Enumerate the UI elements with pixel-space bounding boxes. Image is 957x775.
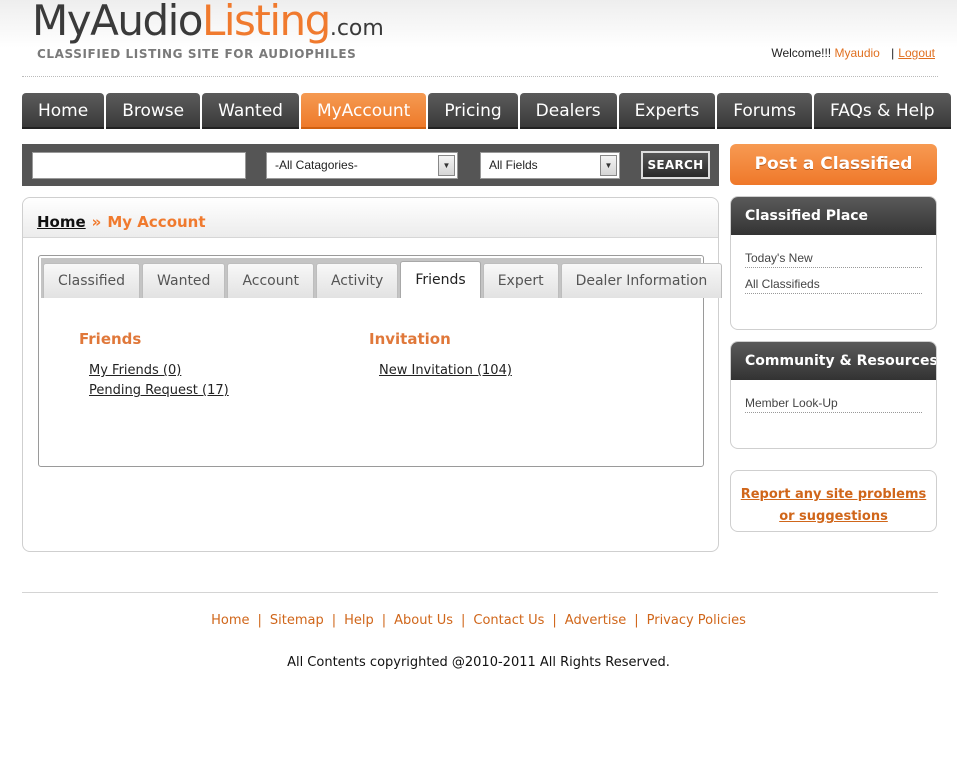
logout-link[interactable]: Logout [898,46,935,60]
tab-dealer-information[interactable]: Dealer Information [560,263,723,298]
new-invitation-link[interactable]: New Invitation (104) [379,361,512,381]
account-tab-strip: Classified Wanted Account Activity Frien… [41,258,723,298]
field-select-value: All Fields [489,158,538,172]
community-resources-list: Member Look-Up [731,380,936,413]
tab-classified[interactable]: Classified [43,263,141,298]
breadcrumb: Home » My Account [23,198,718,238]
report-problems-link[interactable]: Report any site problems or suggestions [741,487,927,524]
username-link[interactable]: Myaudio [834,46,879,60]
nav-tab-experts[interactable]: Experts [618,93,716,129]
welcome-text: Welcome!!! [771,46,832,60]
sidebar-item-member-lookup[interactable]: Member Look-Up [745,396,922,413]
tab-expert[interactable]: Expert [482,263,559,298]
logo-text-listing: Listing [201,0,331,45]
nav-tab-pricing[interactable]: Pricing [428,93,518,129]
footer-link-about-us[interactable]: About Us [386,613,461,628]
category-select-value: -All Catagories- [275,158,358,172]
search-bar: -All Catagories- ▼ All Fields ▼ SEARCH [22,144,719,186]
report-link-line1: Report any site problems [740,487,927,502]
invitation-heading: Invitation [369,330,451,348]
copyright-text: All Contents copyrighted @2010-2011 All … [287,655,670,670]
nav-tab-browse[interactable]: Browse [106,93,201,129]
community-resources-box: Community & Resources Member Look-Up [730,341,937,449]
sidebar-item-all-classifieds[interactable]: All Classifieds [745,277,922,294]
invitation-column: Invitation New Invitation (104) [369,330,512,381]
footer-link-help[interactable]: Help [336,613,382,628]
tab-activity[interactable]: Activity [315,263,399,298]
category-select[interactable]: -All Catagories- ▼ [266,152,458,179]
chevron-down-icon[interactable]: ▼ [438,155,455,176]
site-header: MyAudioListing.com CLASSIFIED LISTING SI… [0,0,957,80]
nav-tab-wanted[interactable]: Wanted [202,93,299,129]
community-resources-title: Community & Resources [731,342,936,380]
tab-wanted[interactable]: Wanted [142,263,226,298]
classified-place-box: Classified Place Today's New All Classif… [730,196,937,330]
tab-account[interactable]: Account [227,263,314,298]
my-friends-link[interactable]: My Friends (0) [89,361,229,381]
field-select[interactable]: All Fields ▼ [480,152,620,179]
main-nav: Home Browse Wanted MyAccount Pricing Dea… [22,93,951,129]
nav-tab-myaccount[interactable]: MyAccount [300,93,427,129]
footer-links: Home | Sitemap | Help | About Us | Contact Us | Ad… [0,613,957,628]
chevron-down-icon[interactable]: ▼ [600,155,617,176]
account-tab-box: Classified Wanted Account Activity Frien… [38,255,723,467]
breadcrumb-separator: » [91,213,102,231]
tab-friends[interactable]: Friends [400,261,481,298]
footer-link-advertise[interactable]: Advertise [557,613,634,628]
nav-tab-dealers[interactable]: Dealers [519,93,617,129]
footer-link-sitemap[interactable]: Sitemap [262,613,332,628]
welcome-separator: | [891,46,895,60]
nav-tab-forums[interactable]: Forums [717,93,812,129]
friends-column: Friends My Friends (0) Pending Request (… [79,330,229,401]
friends-heading: Friends [79,330,142,348]
search-button[interactable]: SEARCH [641,151,710,179]
site-tagline: CLASSIFIED LISTING SITE FOR AUDIOPHILES [37,47,357,61]
sidebar-item-todays-new[interactable]: Today's New [745,251,922,268]
footer-link-home[interactable]: Home [203,613,257,628]
footer-divider [22,592,938,593]
report-link-line2: or suggestions [779,509,888,524]
breadcrumb-current: My Account [107,213,206,231]
welcome-area: Welcome!!! Myaudio | Logout [771,46,935,60]
logo-text-com: .com [329,16,384,41]
site-logo[interactable]: MyAudioListing.com [32,0,384,45]
post-classified-button[interactable]: Post a Classified [730,144,937,185]
header-divider [22,76,938,77]
logo-text-my-audio: MyAudio [32,0,203,45]
pending-request-link[interactable]: Pending Request (17) [89,381,229,401]
search-input[interactable] [32,152,246,179]
footer-link-contact-us[interactable]: Contact Us [465,613,552,628]
account-panel: Home » My Account Classified Wanted Accoun… [22,197,723,552]
breadcrumb-home-link[interactable]: Home [37,213,86,231]
nav-tab-home[interactable]: Home [22,93,105,129]
footer-link-privacy-policies[interactable]: Privacy Policies [639,613,754,628]
report-problems-box: Report any site problems or suggestions [730,470,937,532]
classified-place-title: Classified Place [731,197,936,235]
classified-place-list: Today's New All Classifieds [731,235,936,294]
nav-tab-faqs-help[interactable]: FAQs & Help [813,93,951,129]
